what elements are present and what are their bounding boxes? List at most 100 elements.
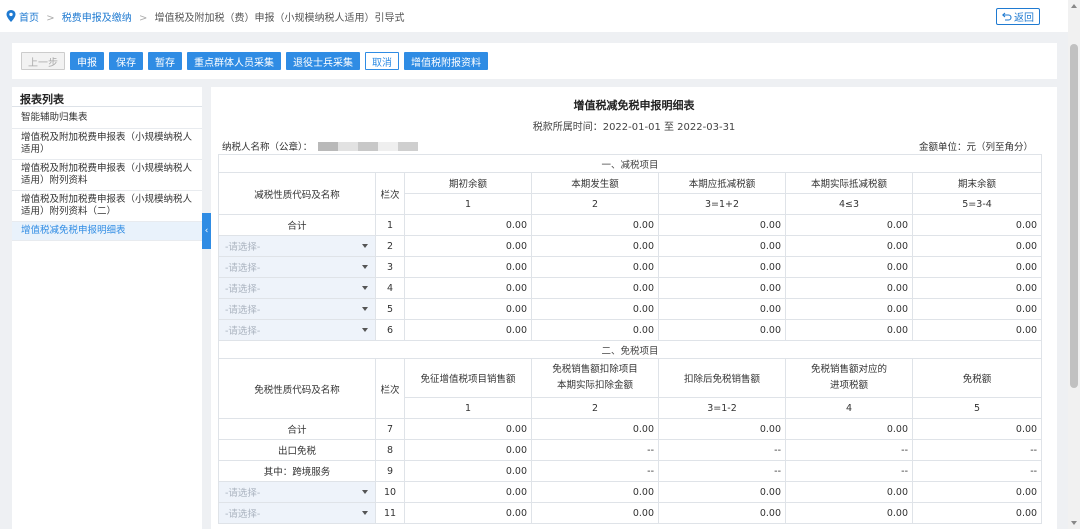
value-input[interactable]: 0.00 bbox=[785, 277, 913, 299]
save-button[interactable]: 保存 bbox=[109, 52, 143, 70]
value-input[interactable]: 0.00 bbox=[404, 277, 532, 299]
select-placeholder: -请选择- bbox=[225, 326, 261, 337]
value-input[interactable]: 0.00 bbox=[531, 502, 659, 524]
value-input[interactable]: 0.00 bbox=[531, 256, 659, 278]
value-input[interactable]: 0.00 bbox=[531, 481, 659, 503]
seq-cell: 4 bbox=[375, 277, 405, 299]
chevron-down-icon bbox=[362, 244, 368, 248]
value-input[interactable]: 0.00 bbox=[785, 481, 913, 503]
value-input[interactable]: 0.00 bbox=[404, 298, 532, 320]
value-input[interactable]: 0.00 bbox=[404, 502, 532, 524]
report-title: 增值税减免税申报明细表 bbox=[573, 99, 695, 112]
report-item-smart-collection[interactable]: 智能辅助归集表 bbox=[12, 107, 202, 129]
value-input[interactable]: 0.00 bbox=[785, 502, 913, 524]
value-cell: -- bbox=[911, 439, 1043, 461]
tax-period: 税款所属时间：2022-01-01 至 2022-03-31 bbox=[532, 122, 736, 133]
vat-attachment-button[interactable]: 增值税附报资料 bbox=[404, 52, 488, 70]
reduction-code-select[interactable]: -请选择- bbox=[218, 256, 376, 278]
value-input[interactable]: 0.00 bbox=[404, 481, 532, 503]
temp-save-button[interactable]: 暂存 bbox=[148, 52, 182, 70]
report-panel: 增值税减免税申报明细表 税款所属时间：2022-01-01 至 2022-03-… bbox=[211, 87, 1057, 529]
chevron-down-icon bbox=[362, 511, 368, 515]
seq-cell: 2 bbox=[375, 235, 405, 257]
chevron-down-icon bbox=[362, 328, 368, 332]
veteran-collect-button[interactable]: 退役士兵采集 bbox=[286, 52, 360, 70]
value-input[interactable]: 0.00 bbox=[531, 319, 659, 341]
scroll-up-arrow-icon[interactable] bbox=[1071, 4, 1077, 8]
value-cell: 0.00 bbox=[911, 319, 1043, 341]
scrollbar-thumb[interactable] bbox=[1070, 44, 1078, 388]
table-row: 其中：跨境服务 9 0.00 -- -- -- -- bbox=[218, 460, 1043, 482]
seq-cell: 8 bbox=[375, 439, 405, 461]
table-row: -请选择- 6 0.00 0.00 0.00 0.00 0.00 bbox=[218, 319, 1043, 341]
value-input[interactable]: 0.00 bbox=[404, 439, 532, 461]
report-list-panel: 报表列表 智能辅助归集表 增值税及附加税费申报表（小规模纳税人适用） 增值税及附… bbox=[12, 87, 202, 529]
value-input[interactable]: 0.00 bbox=[785, 319, 913, 341]
reduction-detail-table: 一、减税项目 减税性质代码及名称 栏次 期初余额 本期发生额 本期应抵减税额 本… bbox=[217, 154, 1043, 524]
report-item-attachment-1[interactable]: 增值税及附加税费申报表（小规模纳税人适用）附列资料 bbox=[12, 160, 202, 191]
breadcrumb-home[interactable]: 首页 bbox=[19, 13, 39, 24]
seq-cell: 3 bbox=[375, 256, 405, 278]
table-row: -请选择- 4 0.00 0.00 0.00 0.00 0.00 bbox=[218, 277, 1043, 299]
value-input[interactable]: 0.00 bbox=[911, 502, 1043, 524]
value-input[interactable]: 0.00 bbox=[785, 235, 913, 257]
select-placeholder: -请选择- bbox=[225, 263, 261, 274]
scroll-down-arrow-icon[interactable] bbox=[1071, 521, 1077, 525]
table-row: 合计 7 0.00 0.00 0.00 0.00 0.00 bbox=[218, 418, 1043, 440]
value-input[interactable]: 0.00 bbox=[531, 235, 659, 257]
col-header-line: 免税销售额扣除项目 bbox=[552, 364, 638, 375]
report-item-attachment-2[interactable]: 增值税及附加税费申报表（小规模纳税人适用）附列资料（二） bbox=[12, 191, 202, 222]
location-pin-icon bbox=[6, 10, 16, 22]
value-input[interactable]: 0.00 bbox=[785, 256, 913, 278]
exemption-code-header: 免税性质代码及名称 bbox=[218, 358, 376, 419]
value-cell: 0.00 bbox=[658, 298, 786, 320]
value-cell: 0.00 bbox=[911, 298, 1043, 320]
value-cell: 0.00 bbox=[404, 418, 532, 440]
exemption-code-select[interactable]: -请选择- bbox=[218, 502, 376, 524]
col-header: 免税销售额扣除项目 本期实际扣除金额 bbox=[531, 358, 659, 398]
section-exemption-title: 二、免税项目 bbox=[217, 340, 1043, 359]
col-number: 4 bbox=[785, 397, 913, 419]
exemption-code-select[interactable]: -请选择- bbox=[218, 481, 376, 503]
value-input[interactable]: 0.00 bbox=[404, 235, 532, 257]
value-input[interactable]: 0.00 bbox=[404, 256, 532, 278]
col-number: 2 bbox=[531, 193, 659, 215]
chevron-left-icon: ‹ bbox=[204, 226, 209, 236]
chevron-down-icon bbox=[362, 490, 368, 494]
cancel-button[interactable]: 取消 bbox=[365, 52, 399, 70]
value-input[interactable]: 0.00 bbox=[531, 298, 659, 320]
value-cell: 0.00 bbox=[785, 214, 913, 236]
seq-cell: 10 bbox=[375, 481, 405, 503]
col-number: 3=1+2 bbox=[658, 193, 786, 215]
select-placeholder: -请选择- bbox=[225, 284, 261, 295]
value-input[interactable]: 0.00 bbox=[404, 460, 532, 482]
col-header: 本期应抵减税额 bbox=[658, 172, 786, 194]
reduction-code-select[interactable]: -请选择- bbox=[218, 277, 376, 299]
value-cell: 0.00 bbox=[658, 418, 786, 440]
col-header-line: 本期实际扣除金额 bbox=[556, 380, 633, 391]
value-cell: -- bbox=[531, 460, 659, 482]
reduction-code-select[interactable]: -请选择- bbox=[218, 235, 376, 257]
reduction-code-select[interactable]: -请选择- bbox=[218, 319, 376, 341]
page-scrollbar[interactable] bbox=[1068, 0, 1080, 529]
value-input[interactable]: 0.00 bbox=[911, 481, 1043, 503]
back-button[interactable]: 返回 bbox=[996, 8, 1040, 25]
reduction-code-select[interactable]: -请选择- bbox=[218, 298, 376, 320]
select-placeholder: -请选择- bbox=[225, 509, 261, 520]
report-item-reduction-detail[interactable]: 增值税减免税申报明细表 bbox=[12, 222, 202, 241]
taxpayer-name: 纳税人名称（公章）： bbox=[222, 139, 419, 153]
report-item-main-return[interactable]: 增值税及附加税费申报表（小规模纳税人适用） bbox=[12, 129, 202, 160]
value-input[interactable]: 0.00 bbox=[785, 298, 913, 320]
prev-step-button[interactable]: 上一步 bbox=[21, 52, 65, 70]
value-cell: 0.00 bbox=[911, 214, 1043, 236]
key-group-collect-button[interactable]: 重点群体人员采集 bbox=[187, 52, 281, 70]
collapse-panel-toggle[interactable]: ‹ bbox=[202, 213, 211, 249]
declare-button[interactable]: 申报 bbox=[70, 52, 104, 70]
breadcrumb-tax-declaration[interactable]: 税费申报及缴纳 bbox=[62, 13, 132, 24]
value-cell: 0.00 bbox=[531, 214, 659, 236]
value-cell: 0.00 bbox=[658, 214, 786, 236]
value-input[interactable]: 0.00 bbox=[404, 319, 532, 341]
value-cell: 0.00 bbox=[658, 481, 786, 503]
value-input[interactable]: 0.00 bbox=[531, 277, 659, 299]
toolbar: 上一步 申报 保存 暂存 重点群体人员采集 退役士兵采集 取消 增值税附报资料 bbox=[12, 43, 1057, 79]
